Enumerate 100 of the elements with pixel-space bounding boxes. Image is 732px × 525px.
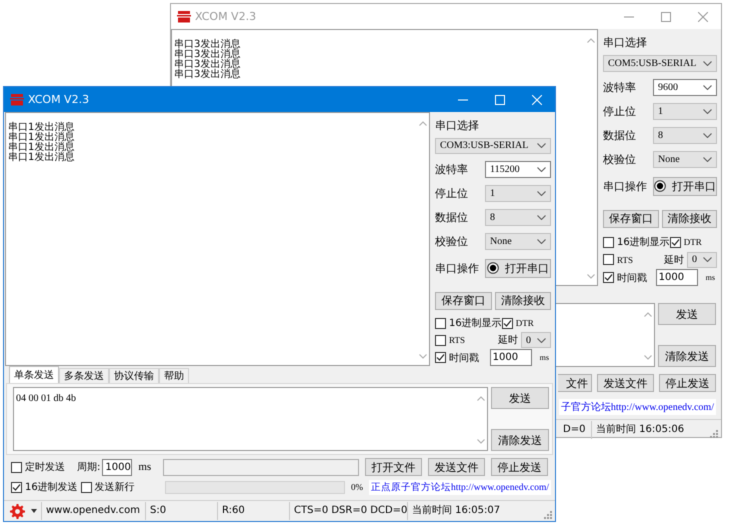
setting-label: 数据位 — [435, 210, 469, 225]
checkbox[interactable] — [11, 482, 22, 492]
open-port-button[interactable]: 打开串口 — [485, 258, 551, 278]
check-icon — [502, 318, 512, 328]
send-text: 04 00 01 db 4b — [15, 392, 77, 406]
app-logo-icon — [10, 94, 24, 106]
app-logo-icon — [177, 10, 191, 22]
checkbox[interactable] — [435, 334, 446, 346]
setting-label: 波特率 — [603, 80, 637, 95]
chevron-down-icon — [537, 166, 546, 172]
checkbox[interactable] — [435, 318, 446, 329]
tab[interactable]: 帮助 — [159, 368, 189, 383]
delay-label: 延时 — [664, 254, 684, 267]
period-field[interactable]: 1000 — [102, 458, 132, 476]
status-text: 当前时间 16:05:06 — [591, 421, 709, 439]
checkbox-label[interactable]: 16进制显示 — [449, 316, 502, 330]
maximize-icon — [494, 94, 504, 104]
receive-area[interactable]: 串口1发出消息 串口1发出消息 串口1发出消息 串口1发出消息 — [5, 112, 430, 366]
chevron-down-icon — [537, 190, 546, 196]
chevron-down-icon — [537, 338, 546, 342]
setting-label: 数据位 — [603, 128, 637, 143]
setting-label: 串口操作 — [435, 260, 480, 276]
receive-line: 串口3发出消息 — [174, 50, 242, 60]
receive-line: 串口1发出消息 — [8, 133, 76, 143]
radio-dot-icon — [654, 180, 666, 192]
forum-link[interactable]: 正点原子官方论坛http://www.openedv.com/ — [369, 480, 551, 494]
window-title: XCOM V2.3 — [195, 10, 256, 23]
progress-text: 0% — [351, 482, 364, 492]
send-area[interactable]: 04 00 01 db 4b — [13, 387, 488, 451]
file-path-field[interactable] — [163, 458, 360, 476]
receive-line: 串口1发出消息 — [8, 143, 76, 153]
tab[interactable]: 单条发送 — [9, 366, 59, 383]
delay-dropdown[interactable]: 0 — [521, 332, 551, 348]
tab[interactable]: 协议传输 — [109, 368, 159, 383]
checkbox-label[interactable]: 16进制发送 — [25, 480, 78, 494]
file-button[interactable]: 发送文件 — [428, 458, 486, 476]
checkbox-label[interactable]: RTS — [449, 335, 465, 345]
resize-grip-icon[interactable] — [543, 510, 552, 519]
port-dropdown[interactable]: COM3:USB-SERIAL — [435, 138, 551, 154]
section-label: 串口选择 — [603, 35, 648, 51]
chevron-down-icon — [537, 238, 546, 244]
receive-line: 串口3发出消息 — [174, 40, 242, 50]
setting-label: 校验位 — [603, 152, 637, 167]
checkbox-label[interactable]: 定时发送 — [25, 460, 77, 474]
setting-dropdown[interactable]: 1 — [485, 184, 551, 202]
panel-button[interactable]: 清除接收 — [494, 292, 551, 310]
checkbox-label[interactable]: 时间戳 — [449, 350, 479, 364]
status-text: S:0 — [145, 502, 217, 520]
setting-label: 波特率 — [435, 162, 469, 177]
checkbox[interactable] — [11, 462, 22, 472]
setting-label: 停止位 — [435, 186, 469, 201]
receive-line: 串口1发出消息 — [8, 153, 76, 163]
window-title: XCOM V2.3 — [28, 93, 90, 106]
checkbox[interactable] — [80, 482, 92, 492]
status-text: CTS=0 DSR=0 DCD=0 — [289, 502, 407, 520]
chevron-down-icon — [703, 60, 712, 66]
chevron-down-icon — [703, 84, 712, 90]
setting-label: 串口操作 — [603, 178, 648, 194]
unit-label: ms — [706, 273, 715, 282]
setting-dropdown[interactable]: 115200 — [485, 160, 551, 178]
scroll-down-icon[interactable] — [476, 439, 484, 444]
receive-line: 串口3发出消息 — [174, 60, 242, 70]
chevron-down-icon — [703, 132, 712, 138]
status-text: www.openedv.com — [41, 502, 145, 520]
setting-dropdown[interactable]: 8 — [485, 208, 551, 226]
caret-icon[interactable] — [31, 509, 37, 513]
scroll-up-icon[interactable] — [476, 396, 484, 401]
delay-label: 延时 — [498, 334, 518, 347]
send-button[interactable]: 清除发送 — [491, 429, 549, 451]
file-button[interactable]: 打开文件 — [365, 458, 422, 476]
setting-dropdown[interactable]: None — [485, 232, 551, 250]
gear-icon[interactable] — [10, 504, 25, 518]
check-icon — [436, 353, 445, 362]
checkbox-label[interactable]: 发送新行 — [94, 480, 135, 494]
setting-label: 校验位 — [435, 234, 469, 249]
setting-label: 停止位 — [603, 104, 637, 119]
check-icon — [604, 273, 613, 282]
unit-label: ms — [540, 353, 549, 362]
chevron-down-icon — [703, 108, 712, 114]
chevron-down-icon — [537, 214, 546, 220]
panel-button[interactable]: 保存窗口 — [435, 292, 492, 310]
status-text: R:60 — [217, 502, 289, 520]
checkbox[interactable] — [435, 352, 446, 363]
scroll-up-icon[interactable] — [418, 121, 426, 126]
status-text: D=0 — [562, 423, 586, 437]
tab[interactable]: 多条发送 — [59, 368, 109, 383]
receive-line: 串口3发出消息 — [174, 70, 242, 80]
chevron-down-icon — [703, 257, 712, 262]
check-icon — [12, 482, 21, 492]
interval-field[interactable]: 1000 — [490, 349, 532, 366]
period-label: 周期: — [77, 460, 100, 474]
scroll-down-icon[interactable] — [418, 354, 426, 359]
send-button[interactable]: 发送 — [491, 387, 549, 409]
checkbox-label[interactable]: DTR — [516, 318, 534, 328]
checkbox[interactable] — [502, 318, 513, 329]
unit-label: ms — [138, 461, 152, 473]
chevron-down-icon — [703, 156, 712, 162]
status-text: 当前时间 16:05:07 — [407, 502, 527, 520]
receive-line: 串口1发出消息 — [8, 123, 76, 133]
file-button[interactable]: 停止发送 — [491, 458, 548, 476]
